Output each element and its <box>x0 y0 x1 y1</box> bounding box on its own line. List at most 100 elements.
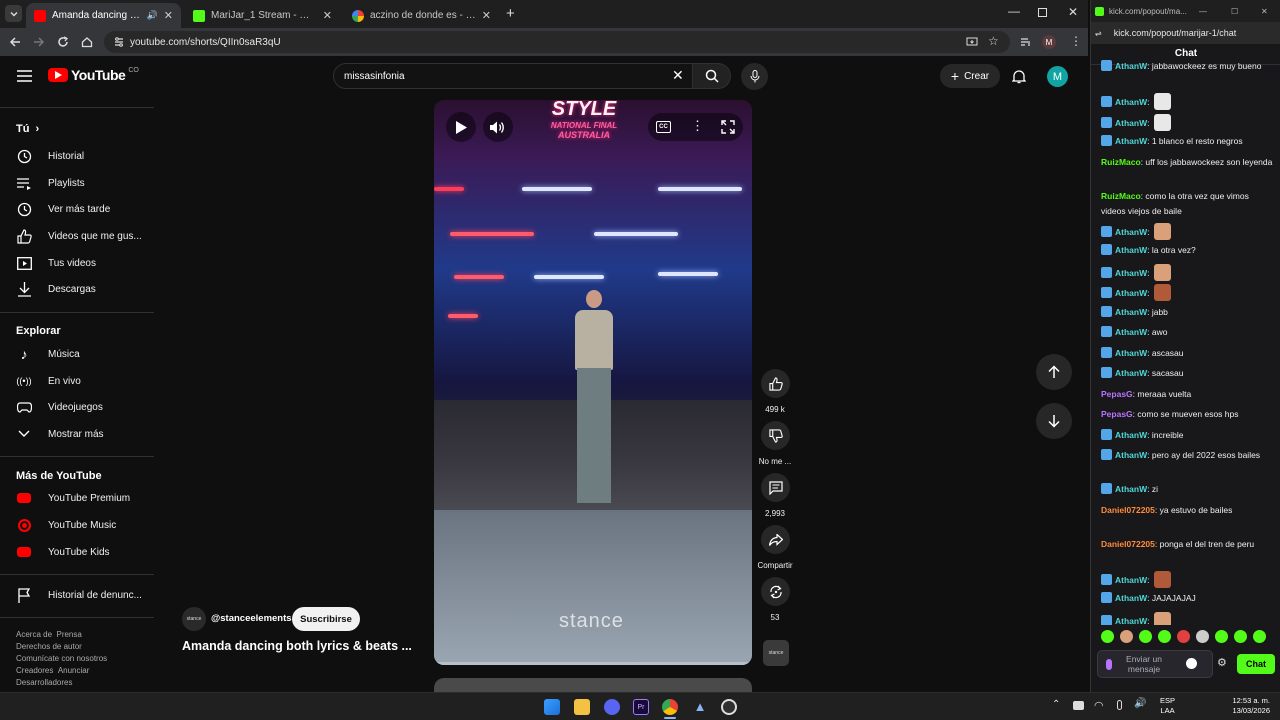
fullscreen-icon[interactable] <box>721 120 735 134</box>
clock[interactable]: 12:53 a. m. 13/03/2026 <box>1218 696 1270 716</box>
emoji-icon[interactable] <box>1186 658 1197 669</box>
sidebar-item-youtube-premium[interactable]: YouTube Premium <box>16 486 130 510</box>
media-control-icon[interactable] <box>1020 36 1032 48</box>
bookmark-star-icon[interactable]: ☆ <box>988 34 999 48</box>
chat-settings-icon[interactable]: ⚙ <box>1217 656 1227 669</box>
chrome-icon[interactable] <box>662 699 678 715</box>
sidebar-item-your-videos[interactable]: Tus videos <box>16 251 96 275</box>
site-info-icon[interactable]: ⇌ <box>1095 29 1102 38</box>
comments-button[interactable] <box>761 473 790 502</box>
footer-link[interactable]: Derechos de autor <box>16 642 82 651</box>
share-button[interactable] <box>761 525 790 554</box>
sidebar-item-downloads[interactable]: Descargas <box>16 277 96 301</box>
emote-icon[interactable] <box>1158 630 1171 643</box>
search-input[interactable]: missasinfonia ✕ <box>333 63 693 89</box>
clear-search-icon[interactable]: ✕ <box>672 67 684 84</box>
chat-username[interactable]: AthanW <box>1115 288 1147 298</box>
volume-button[interactable] <box>483 112 513 142</box>
short-video-player[interactable]: STYLE NATIONAL FINAL AUSTRALIA stance CC… <box>434 100 752 665</box>
tab-kick[interactable]: MariJar_1 Stream - Watch Live on Kick ✕ <box>185 3 340 28</box>
chat-username[interactable]: AthanW <box>1115 245 1147 255</box>
microphone-icon[interactable] <box>1117 700 1122 710</box>
play-button[interactable] <box>446 112 476 142</box>
sidebar-item-liked-videos[interactable]: Videos que me gus... <box>16 224 142 248</box>
emote-icon[interactable] <box>1177 630 1190 643</box>
chat-username[interactable]: AthanW <box>1115 450 1147 460</box>
maximize-button[interactable] <box>1038 8 1047 17</box>
emote-icon[interactable] <box>1101 630 1114 643</box>
tab-google[interactable]: aczino de donde es - Buscar con Google ✕ <box>344 3 499 28</box>
close-window-button[interactable]: ✕ <box>1068 5 1078 19</box>
channel-avatar[interactable]: stance <box>182 607 206 631</box>
sidebar-item-report-history[interactable]: Historial de denunc... <box>16 583 142 607</box>
back-icon[interactable] <box>9 36 21 48</box>
emote-icon[interactable] <box>1139 630 1152 643</box>
minimize-button[interactable]: — <box>1008 4 1020 18</box>
close-tab-icon[interactable]: ✕ <box>482 9 491 22</box>
sidebar-item-music[interactable]: ♪ Música <box>16 342 80 366</box>
sidebar-item-historial[interactable]: Historial <box>16 144 84 168</box>
chat-username[interactable]: Daniel072205 <box>1101 539 1155 549</box>
sidebar-item-live[interactable]: ((•)) En vivo <box>16 369 80 393</box>
search-button[interactable] <box>693 63 731 89</box>
chat-username[interactable]: AthanW <box>1115 307 1147 317</box>
browser-menu-icon[interactable]: ⋮ <box>1070 34 1082 48</box>
chat-username[interactable]: AthanW <box>1115 268 1147 278</box>
start-button-icon[interactable] <box>544 699 560 715</box>
install-app-icon[interactable] <box>966 36 978 48</box>
chat-username[interactable]: AthanW <box>1115 227 1147 237</box>
account-avatar[interactable]: M <box>1047 66 1068 87</box>
captions-button[interactable]: CC <box>656 121 671 133</box>
sidebar-item-gaming[interactable]: Videojuegos <box>16 395 103 419</box>
url-field[interactable]: youtube.com/shorts/QIIn0saR3qU ☆ <box>104 31 1010 53</box>
chat-username[interactable]: AthanW <box>1115 136 1147 146</box>
close-tab-icon[interactable]: ✕ <box>164 9 173 22</box>
footer-link[interactable]: Desarrolladores <box>16 678 72 687</box>
hamburger-menu-icon[interactable] <box>17 70 32 82</box>
audio-track-thumbnail[interactable]: stance <box>763 640 789 666</box>
speaker-icon[interactable]: 🔊 <box>1134 698 1146 709</box>
chat-username[interactable]: RuizMaco <box>1101 191 1141 201</box>
voice-search-button[interactable] <box>741 63 768 90</box>
chat-username[interactable]: AthanW <box>1115 593 1147 603</box>
discord-icon[interactable] <box>604 699 620 715</box>
sidebar-item-watch-later[interactable]: Ver más tarde <box>16 197 110 221</box>
new-tab-button[interactable]: + <box>506 5 515 22</box>
chat-username[interactable]: AthanW <box>1115 327 1147 337</box>
footer-link[interactable]: Acerca de <box>16 630 52 639</box>
sidebar-item-show-more[interactable]: Mostrar más <box>16 422 104 446</box>
chat-username[interactable]: AthanW <box>1115 61 1147 71</box>
chat-username[interactable]: Daniel072205 <box>1101 505 1155 515</box>
dislike-button[interactable] <box>761 421 790 450</box>
you-section-header[interactable]: Tú › <box>16 123 39 135</box>
like-button[interactable] <box>761 369 790 398</box>
chat-username[interactable]: RuizMaco <box>1101 157 1141 167</box>
emote-icon[interactable] <box>1234 630 1247 643</box>
wifi-icon[interactable]: ◠ <box>1094 699 1104 712</box>
obs-icon[interactable] <box>721 699 737 715</box>
close-tab-icon[interactable]: ✕ <box>323 9 332 22</box>
chat-username[interactable]: AthanW <box>1115 97 1147 107</box>
youtube-logo[interactable]: YouTube CO <box>48 67 139 83</box>
show-hidden-icons[interactable]: ⌃ <box>1052 699 1060 710</box>
next-short-button[interactable] <box>1036 403 1072 439</box>
chat-username[interactable]: AthanW <box>1115 616 1147 626</box>
chat-input[interactable]: Enviar un mensaje <box>1097 650 1213 678</box>
sidebar-item-playlists[interactable]: Playlists <box>16 171 85 195</box>
speaker-icon[interactable]: 🔊 <box>147 10 158 21</box>
emote-icon[interactable] <box>1196 630 1209 643</box>
footer-link[interactable]: Comunícate con nosotros <box>16 654 107 663</box>
footer-link[interactable]: Prensa <box>56 630 81 639</box>
chat-username[interactable]: AthanW <box>1115 348 1147 358</box>
chat-username[interactable]: AthanW <box>1115 118 1147 128</box>
arrow-app-icon[interactable]: ▲ <box>692 699 708 715</box>
more-vert-icon[interactable]: ⋮ <box>691 118 704 134</box>
chat-username[interactable]: AthanW <box>1115 484 1147 494</box>
close-window-button[interactable]: ✕ <box>1261 7 1268 16</box>
microphone-icon[interactable] <box>1106 658 1112 670</box>
chat-username[interactable]: PepasG <box>1101 389 1133 399</box>
remix-button[interactable] <box>761 577 790 606</box>
create-button[interactable]: + Crear <box>940 64 1000 88</box>
sidebar-item-youtube-kids[interactable]: YouTube Kids <box>16 540 110 564</box>
previous-short-button[interactable] <box>1036 354 1072 390</box>
